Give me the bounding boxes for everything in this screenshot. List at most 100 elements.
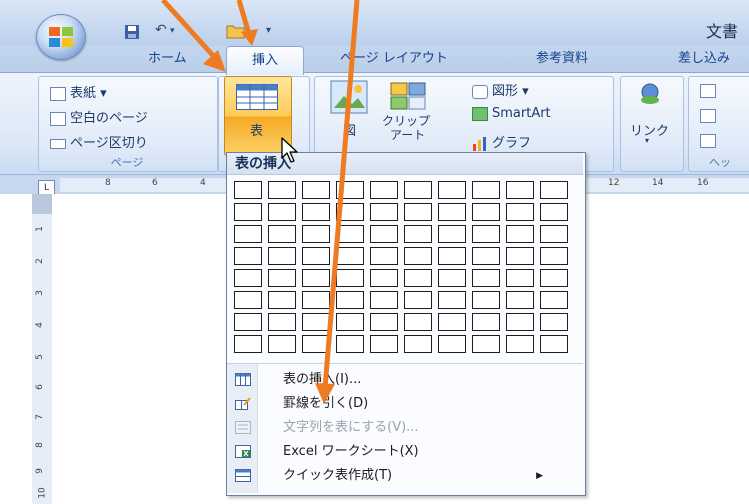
- tab-insert[interactable]: 挿入: [226, 46, 304, 75]
- table-grid-cell[interactable]: [370, 247, 398, 265]
- table-grid-cell[interactable]: [506, 181, 534, 199]
- table-size-grid[interactable]: [234, 181, 578, 359]
- table-grid-cell[interactable]: [336, 225, 364, 243]
- table-grid-cell[interactable]: [234, 247, 262, 265]
- table-grid-cell[interactable]: [268, 181, 296, 199]
- table-grid-cell[interactable]: [472, 247, 500, 265]
- tab-page-layout[interactable]: ページ レイアウト: [340, 47, 448, 71]
- footer-icon[interactable]: [700, 109, 716, 123]
- table-grid-cell[interactable]: [234, 291, 262, 309]
- undo-dropdown-icon[interactable]: ▾: [170, 26, 175, 48]
- table-grid-cell[interactable]: [268, 203, 296, 221]
- table-grid-cell[interactable]: [370, 181, 398, 199]
- chart-button[interactable]: グラフ: [472, 132, 531, 151]
- blank-page-button[interactable]: 空白のページ: [50, 107, 148, 126]
- picture-icon[interactable]: [330, 80, 368, 114]
- table-grid-cell[interactable]: [506, 247, 534, 265]
- table-grid-cell[interactable]: [336, 247, 364, 265]
- table-grid-cell[interactable]: [438, 247, 466, 265]
- menu-convert-text[interactable]: 文字列を表にする(V)...: [227, 416, 583, 440]
- table-grid-cell[interactable]: [540, 335, 568, 353]
- page-break-button[interactable]: ページ区切り: [50, 132, 148, 151]
- table-grid-cell[interactable]: [404, 269, 432, 287]
- table-grid-cell[interactable]: [404, 291, 432, 309]
- table-grid-cell[interactable]: [438, 181, 466, 199]
- table-grid-cell[interactable]: [302, 291, 330, 309]
- table-grid-cell[interactable]: [404, 203, 432, 221]
- table-grid-cell[interactable]: [404, 313, 432, 331]
- table-grid-cell[interactable]: [438, 269, 466, 287]
- table-grid-cell[interactable]: [506, 313, 534, 331]
- tab-mailings[interactable]: 差し込み: [678, 47, 730, 71]
- save-icon[interactable]: [124, 24, 140, 40]
- table-grid-cell[interactable]: [268, 291, 296, 309]
- open-folder-icon[interactable]: [226, 23, 246, 39]
- table-grid-cell[interactable]: [234, 335, 262, 353]
- tab-references[interactable]: 参考資料: [536, 47, 588, 71]
- table-grid-cell[interactable]: [370, 269, 398, 287]
- table-grid-cell[interactable]: [506, 269, 534, 287]
- table-grid-cell[interactable]: [302, 313, 330, 331]
- vertical-ruler[interactable]: [32, 194, 53, 504]
- link-icon[interactable]: [638, 82, 662, 106]
- table-grid-cell[interactable]: [302, 181, 330, 199]
- table-grid-cell[interactable]: [336, 269, 364, 287]
- table-grid-cell[interactable]: [234, 313, 262, 331]
- table-grid-cell[interactable]: [268, 313, 296, 331]
- menu-insert-table[interactable]: 表の挿入(I)...: [227, 368, 583, 392]
- table-grid-cell[interactable]: [540, 291, 568, 309]
- table-grid-cell[interactable]: [336, 291, 364, 309]
- menu-quick-tables[interactable]: クイック表作成(T) ▶: [227, 464, 583, 488]
- table-grid-cell[interactable]: [506, 335, 534, 353]
- table-grid-cell[interactable]: [234, 225, 262, 243]
- table-grid-cell[interactable]: [438, 335, 466, 353]
- table-grid-cell[interactable]: [370, 335, 398, 353]
- cover-page-button[interactable]: 表紙 ▾: [50, 82, 107, 101]
- table-grid-cell[interactable]: [438, 313, 466, 331]
- table-grid-cell[interactable]: [404, 335, 432, 353]
- table-grid-cell[interactable]: [370, 203, 398, 221]
- table-grid-cell[interactable]: [268, 269, 296, 287]
- table-grid-cell[interactable]: [506, 225, 534, 243]
- table-grid-cell[interactable]: [336, 181, 364, 199]
- table-grid-cell[interactable]: [438, 203, 466, 221]
- table-grid-cell[interactable]: [472, 225, 500, 243]
- shapes-button[interactable]: 図形 ▾: [472, 80, 529, 99]
- table-grid-cell[interactable]: [370, 313, 398, 331]
- table-grid-cell[interactable]: [268, 225, 296, 243]
- table-grid-cell[interactable]: [438, 291, 466, 309]
- table-grid-cell[interactable]: [472, 181, 500, 199]
- table-grid-cell[interactable]: [506, 291, 534, 309]
- table-grid-cell[interactable]: [472, 203, 500, 221]
- table-grid-cell[interactable]: [540, 247, 568, 265]
- menu-draw-table[interactable]: 罫線を引く(D): [227, 392, 583, 416]
- table-grid-cell[interactable]: [404, 181, 432, 199]
- table-grid-cell[interactable]: [472, 313, 500, 331]
- page-number-icon[interactable]: [700, 134, 716, 148]
- table-grid-cell[interactable]: [540, 269, 568, 287]
- table-grid-cell[interactable]: [336, 203, 364, 221]
- office-button[interactable]: [36, 14, 86, 60]
- table-grid-cell[interactable]: [370, 291, 398, 309]
- table-grid-cell[interactable]: [234, 269, 262, 287]
- table-grid-cell[interactable]: [302, 269, 330, 287]
- qat-customize-icon[interactable]: ▾: [266, 25, 271, 47]
- table-grid-cell[interactable]: [234, 203, 262, 221]
- undo-icon[interactable]: ↶: [155, 22, 167, 44]
- smartart-button[interactable]: SmartArt: [472, 106, 551, 121]
- table-grid-cell[interactable]: [540, 225, 568, 243]
- tab-home[interactable]: ホーム: [148, 47, 187, 71]
- table-grid-cell[interactable]: [370, 225, 398, 243]
- table-grid-cell[interactable]: [472, 291, 500, 309]
- table-grid-cell[interactable]: [268, 335, 296, 353]
- table-grid-cell[interactable]: [268, 247, 296, 265]
- table-grid-cell[interactable]: [540, 181, 568, 199]
- table-grid-cell[interactable]: [540, 203, 568, 221]
- table-grid-cell[interactable]: [438, 225, 466, 243]
- table-grid-cell[interactable]: [234, 181, 262, 199]
- table-grid-cell[interactable]: [506, 203, 534, 221]
- table-grid-cell[interactable]: [404, 247, 432, 265]
- table-grid-cell[interactable]: [404, 225, 432, 243]
- table-grid-cell[interactable]: [302, 203, 330, 221]
- clipart-icon[interactable]: [390, 82, 426, 110]
